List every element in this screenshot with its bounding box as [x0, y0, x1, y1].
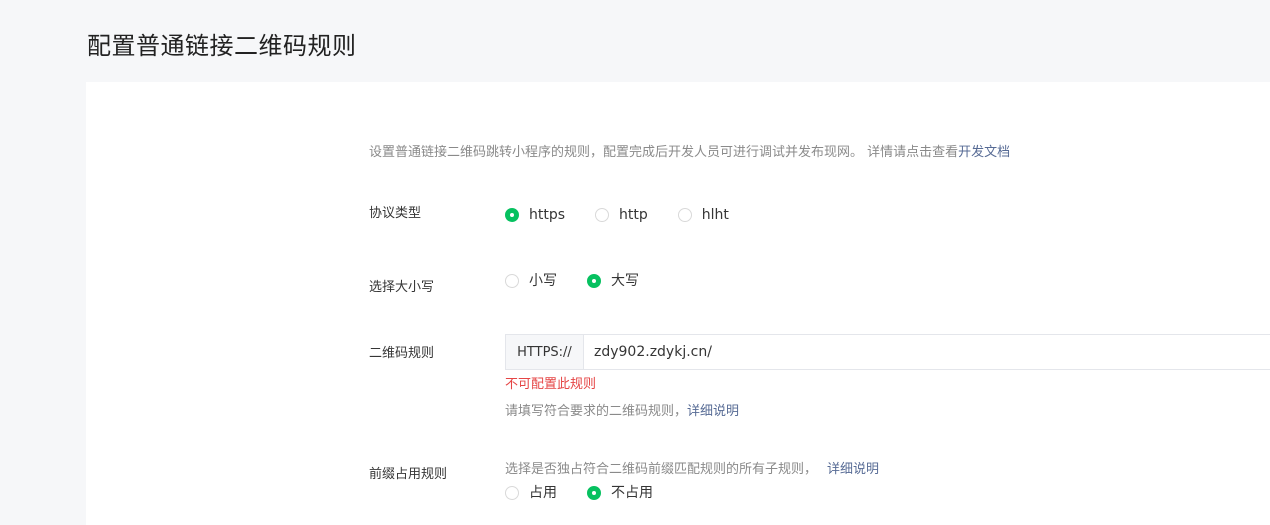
radio-unchecked-icon	[595, 208, 610, 222]
protocol-type-label: 协议类型	[369, 206, 422, 221]
prefix-rule-hint-text: 选择是否独占符合二维码前缀匹配规则的所有子规则，	[505, 462, 818, 477]
radio-label: 小写	[529, 273, 557, 289]
radio-label: 不占用	[611, 485, 653, 501]
radio-checked-icon	[587, 486, 601, 500]
radio-label: hlht	[701, 207, 729, 223]
protocol-radio-group: https http hlht	[505, 205, 759, 225]
radio-unchecked-icon	[677, 208, 692, 222]
qr-rule-hint: 请填写符合要求的二维码规则，详细说明	[505, 402, 739, 422]
radio-unchecked-icon	[505, 486, 519, 500]
prefix-rule-label: 前缀占用规则	[369, 467, 448, 482]
radio-unchecked-icon	[505, 274, 519, 288]
case-radio-group: 小写 大写	[505, 271, 669, 291]
qr-rule-prefix: HTTPS://	[506, 335, 584, 369]
prefix-rule-detail-link[interactable]: 详细说明	[827, 462, 879, 477]
qr-rule-input-group: HTTPS://	[505, 334, 1270, 370]
protocol-option-hlht[interactable]: hlht	[677, 205, 729, 225]
description-text: 设置普通链接二维码跳转小程序的规则，配置完成后开发人员可进行调试并发布现网。 详…	[369, 145, 959, 160]
prefix-option-occupy[interactable]: 占用	[505, 483, 557, 503]
radio-label: http	[619, 207, 648, 223]
dev-docs-link[interactable]: 开发文档	[958, 145, 1010, 160]
case-option-lower[interactable]: 小写	[505, 271, 557, 291]
radio-label: 大写	[611, 273, 639, 289]
qr-rule-error: 不可配置此规则	[505, 377, 597, 392]
prefix-option-not-occupy[interactable]: 不占用	[587, 483, 653, 503]
case-option-upper[interactable]: 大写	[587, 271, 639, 291]
qr-rule-label: 二维码规则	[369, 346, 435, 361]
protocol-option-http[interactable]: http	[595, 205, 648, 225]
qr-rule-hint-text: 请填写符合要求的二维码规则，	[505, 404, 688, 419]
prefix-rule-radio-group: 占用 不占用	[505, 483, 683, 503]
radio-checked-icon	[587, 274, 601, 288]
page-title: 配置普通链接二维码规则	[87, 32, 357, 60]
radio-label: https	[529, 207, 566, 223]
qr-rule-input[interactable]	[584, 335, 1270, 369]
page-description: 设置普通链接二维码跳转小程序的规则，配置完成后开发人员可进行调试并发布现网。 详…	[369, 143, 1010, 163]
case-label: 选择大小写	[369, 280, 435, 295]
prefix-rule-hint: 选择是否独占符合二维码前缀匹配规则的所有子规则， 详细说明	[505, 460, 879, 480]
radio-checked-icon	[505, 208, 519, 222]
qr-rule-detail-link[interactable]: 详细说明	[687, 404, 739, 419]
protocol-option-https[interactable]: https	[505, 205, 565, 225]
radio-label: 占用	[529, 485, 557, 501]
